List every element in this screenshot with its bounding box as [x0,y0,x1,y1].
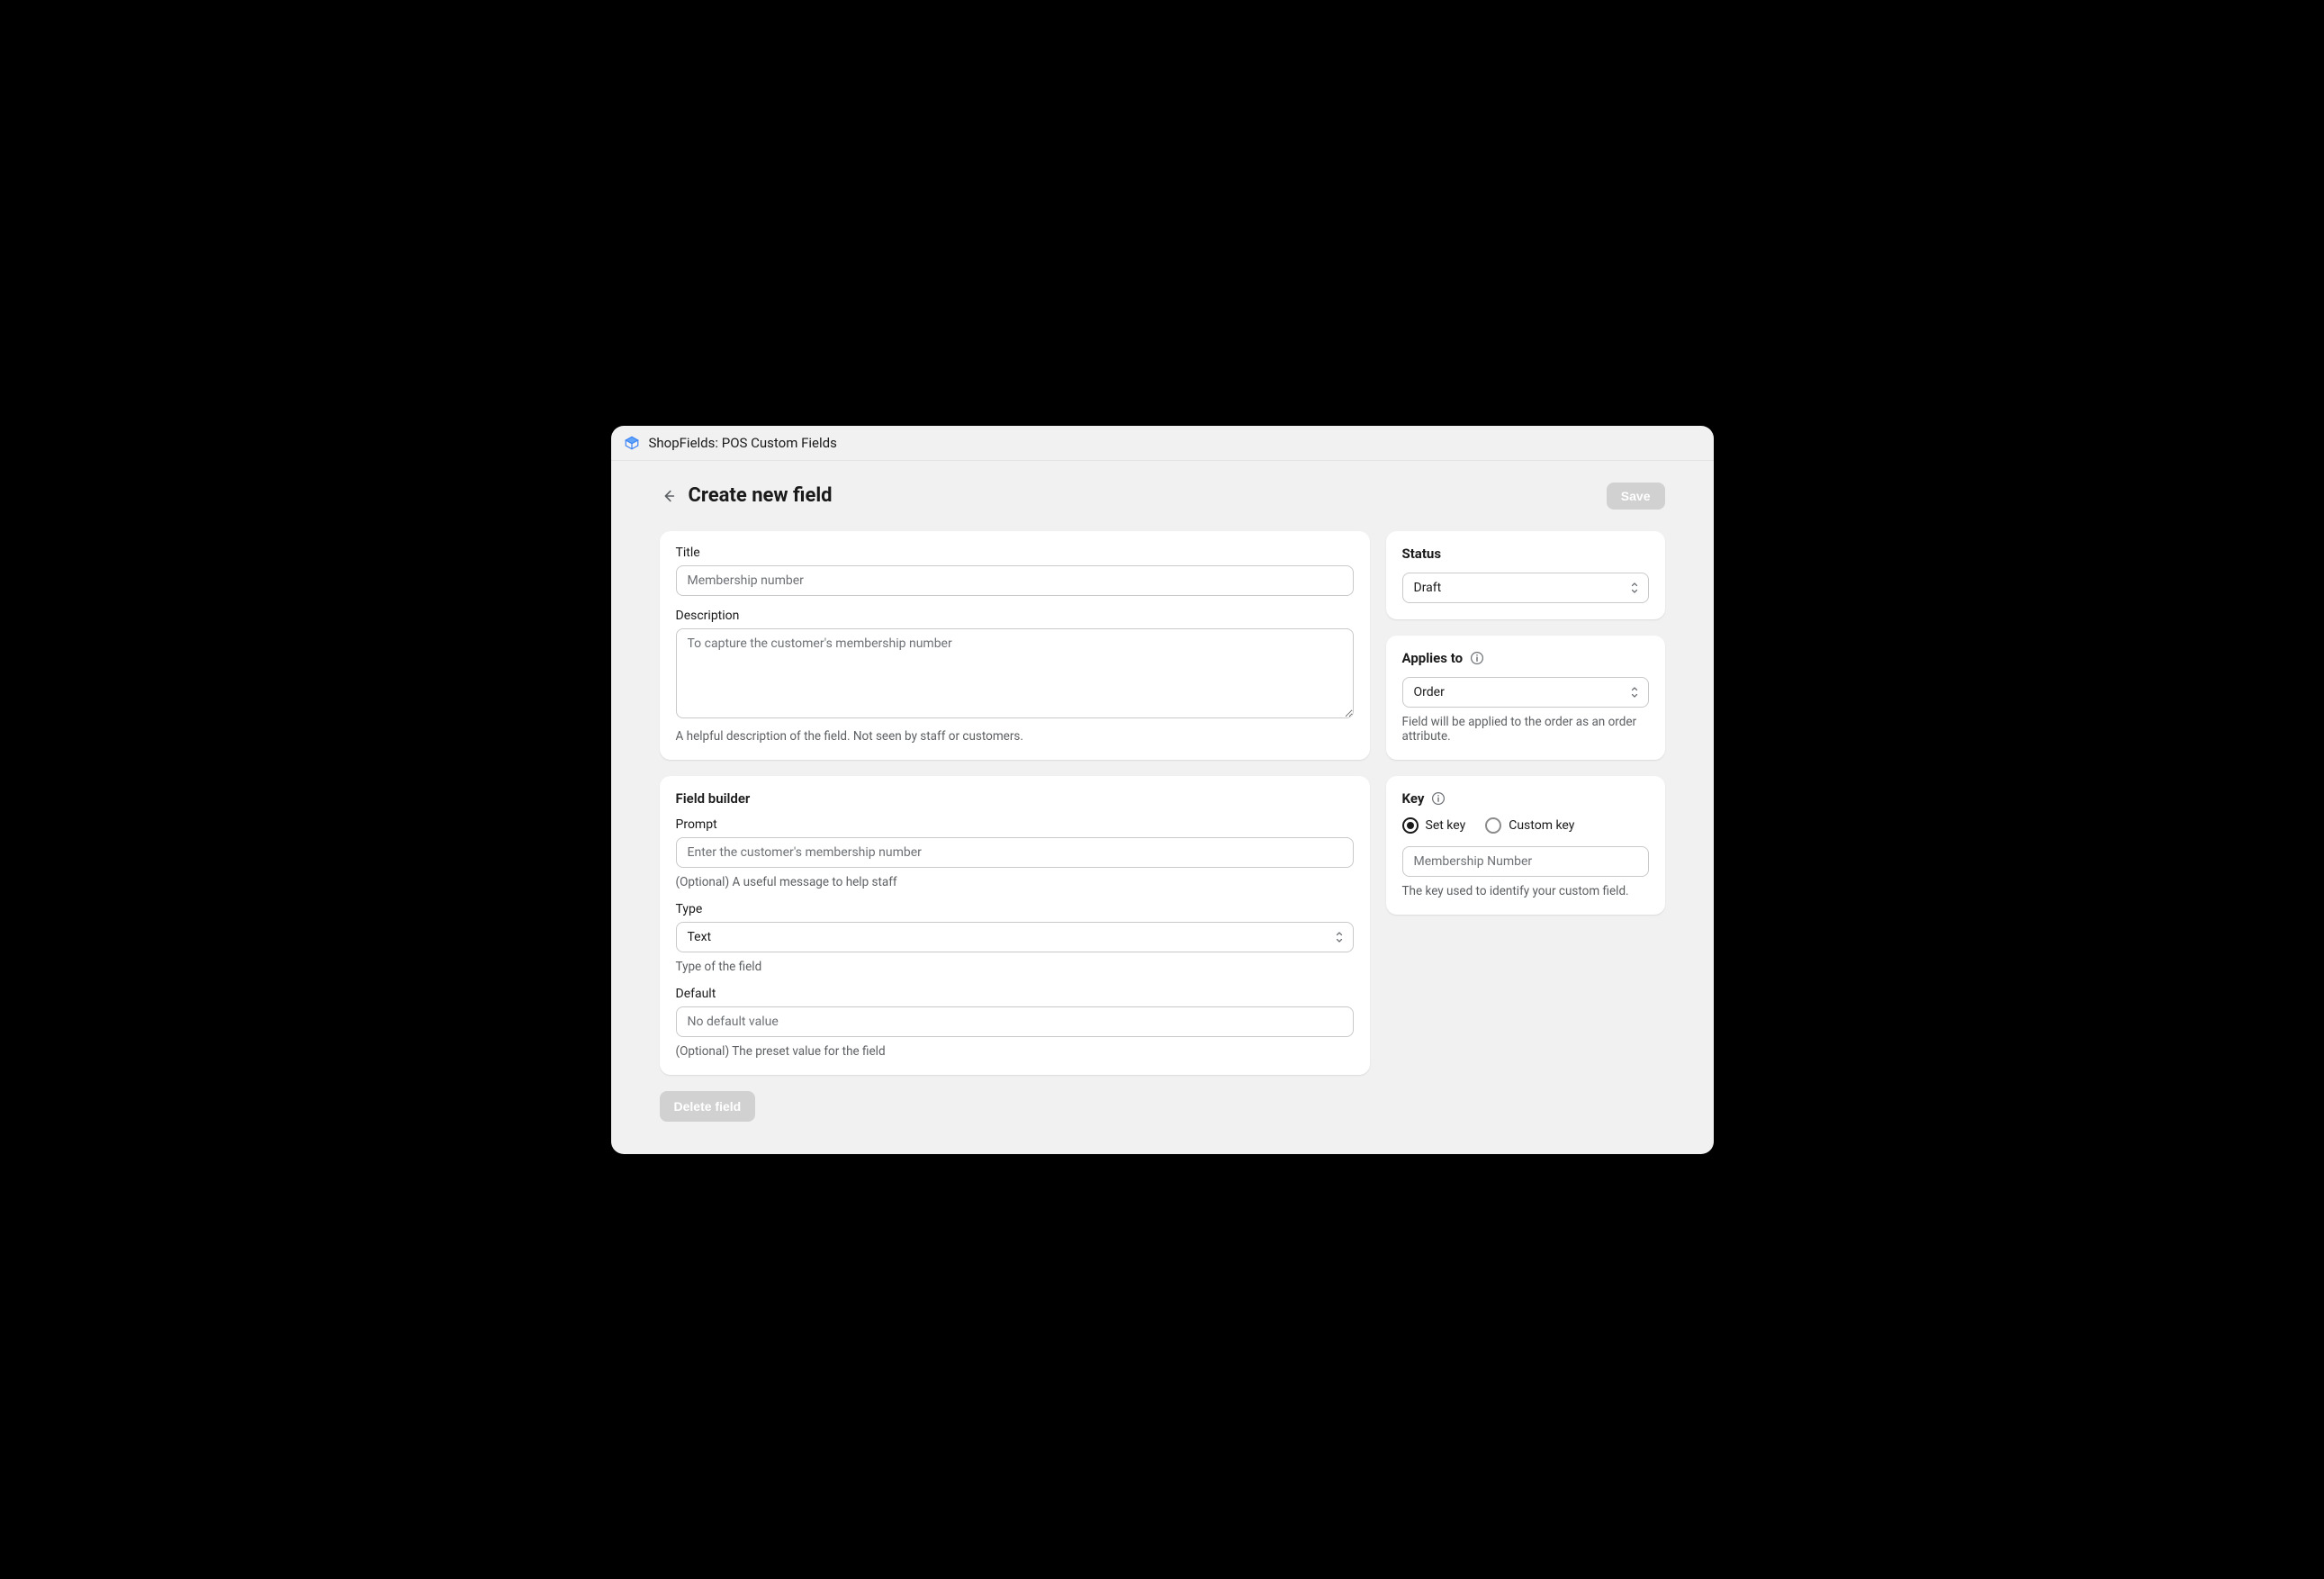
card-field-builder: Field builder Prompt (Optional) A useful… [660,776,1370,1075]
title-input[interactable] [676,565,1354,596]
prompt-input[interactable] [676,837,1354,868]
status-select-value: Draft [1414,581,1442,595]
applies-select[interactable]: Order [1402,677,1649,708]
field-default: Default (Optional) The preset value for … [676,987,1354,1059]
builder-heading: Field builder [676,790,1354,807]
app-window: ShopFields: POS Custom Fields Create new… [611,426,1714,1154]
type-helper: Type of the field [676,960,1354,974]
save-button[interactable]: Save [1607,483,1665,510]
description-label: Description [676,609,1354,623]
default-input[interactable] [676,1006,1354,1037]
app-icon [624,435,640,451]
key-radio-group: Set key Custom key [1402,817,1649,834]
back-button[interactable] [660,487,678,505]
field-prompt: Prompt (Optional) A useful message to he… [676,817,1354,889]
app-title: ShopFields: POS Custom Fields [649,435,837,451]
field-title: Title [676,546,1354,596]
default-label: Default [676,987,1354,1001]
status-heading: Status [1402,546,1649,562]
info-icon[interactable] [1431,791,1446,806]
type-select-value: Text [688,930,712,944]
key-heading: Key [1402,790,1649,807]
select-caret-icon [1630,582,1639,594]
card-applies-to: Applies to Order [1386,636,1665,760]
main-column: Title Description A helpful description … [660,531,1370,1122]
title-label: Title [676,546,1354,560]
applies-heading-text: Applies to [1402,650,1464,666]
page-title: Create new field [689,484,833,507]
applies-heading: Applies to [1402,650,1649,666]
radio-set-key-label: Set key [1426,818,1466,833]
page-content: Create new field Save Title Description … [611,461,1714,1154]
card-status: Status Draft [1386,531,1665,619]
status-select[interactable]: Draft [1402,573,1649,603]
page-header-left: Create new field [660,484,833,507]
applies-select-value: Order [1414,685,1445,699]
radio-custom-key-label: Custom key [1509,818,1574,833]
radio-icon [1402,817,1419,834]
key-helper: The key used to identify your custom fie… [1402,884,1649,898]
delete-field-button[interactable]: Delete field [660,1091,756,1122]
radio-custom-key[interactable]: Custom key [1485,817,1574,834]
arrow-left-icon [661,488,677,504]
prompt-helper: (Optional) A useful message to help staf… [676,875,1354,889]
field-type: Type Text Type of the field [676,902,1354,974]
info-icon[interactable] [1470,651,1484,665]
card-basic-info: Title Description A helpful description … [660,531,1370,760]
side-column: Status Draft Applies to [1386,531,1665,915]
title-bar: ShopFields: POS Custom Fields [611,426,1714,461]
select-caret-icon [1630,686,1639,699]
radio-icon [1485,817,1501,834]
applies-helper: Field will be applied to the order as an… [1402,715,1649,744]
type-select[interactable]: Text [676,922,1354,952]
field-description: Description A helpful description of the… [676,609,1354,744]
prompt-label: Prompt [676,817,1354,832]
default-helper: (Optional) The preset value for the fiel… [676,1044,1354,1059]
description-helper: A helpful description of the field. Not … [676,729,1354,744]
select-caret-icon [1335,931,1344,943]
type-label: Type [676,902,1354,916]
key-heading-text: Key [1402,790,1425,807]
layout-grid: Title Description A helpful description … [660,531,1665,1122]
card-key: Key Set key [1386,776,1665,915]
status-heading-text: Status [1402,546,1442,562]
key-input[interactable] [1402,846,1649,877]
description-input[interactable] [676,628,1354,718]
radio-set-key[interactable]: Set key [1402,817,1466,834]
page-header: Create new field Save [660,483,1665,510]
